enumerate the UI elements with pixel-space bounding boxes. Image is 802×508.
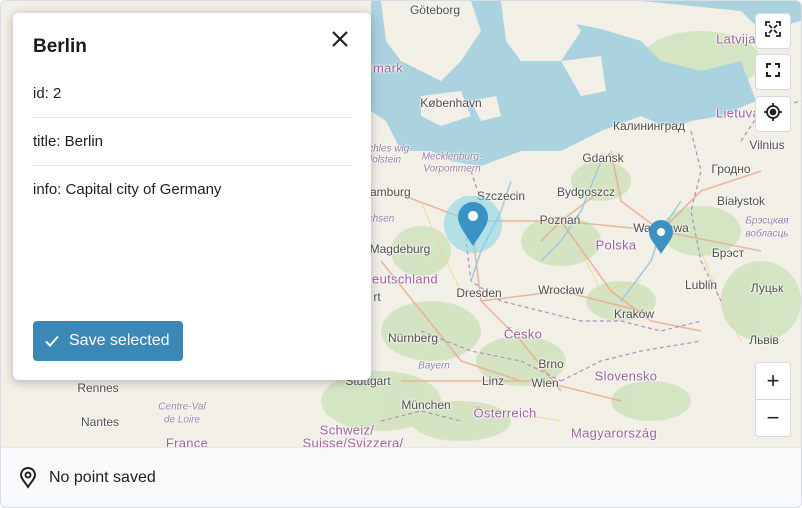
map-label: Österreich <box>473 405 537 421</box>
status-text: No point saved <box>49 469 156 486</box>
status-bar: No point saved <box>1 447 801 507</box>
map-label: Львів <box>749 333 779 347</box>
map-marker[interactable] <box>648 220 674 256</box>
close-icon <box>331 30 349 53</box>
map-label: France <box>165 435 209 448</box>
map-canvas[interactable]: Göteborg Latvija mark København Калининг… <box>1 1 801 447</box>
map-label: München <box>401 398 451 412</box>
fit-bounds-button[interactable] <box>755 13 791 49</box>
fit-bounds-icon <box>764 20 782 43</box>
map-label: Magdeburg <box>369 242 431 256</box>
map-label: Nürnberg <box>387 331 439 345</box>
save-selected-button[interactable]: Save selected <box>33 321 183 361</box>
map-label: rt <box>373 290 381 304</box>
close-button[interactable] <box>327 28 353 54</box>
map-label: Suisse/Svizzera/ <box>302 435 404 448</box>
locate-icon <box>763 102 783 127</box>
map-label: Česko <box>503 326 543 342</box>
popup-row-id: id: 2 <box>33 70 351 118</box>
popup-row-info: info: Capital city of Germany <box>33 181 222 198</box>
fullscreen-icon <box>764 61 782 84</box>
map-label: Wrocław <box>538 283 584 297</box>
map-label: København <box>420 96 482 110</box>
map-label: Rennes <box>77 381 119 395</box>
map-label: Białystok <box>716 194 766 208</box>
map-label: Bydgoszcz <box>556 185 616 199</box>
map-label: chsen <box>367 213 395 225</box>
map-label: Centre-Val <box>158 401 206 413</box>
popup-title: Berlin <box>33 36 87 57</box>
map-label: Kraków <box>613 307 655 321</box>
map-label: Lietuva <box>715 105 761 121</box>
map-label: Gdańsk <box>582 151 624 165</box>
map-marker-selected[interactable] <box>442 195 504 254</box>
map-label: Калининград <box>612 119 686 133</box>
map-label: вобласць <box>745 228 789 240</box>
map-label: Poznań <box>539 213 581 227</box>
map-label: Lublin <box>684 278 718 292</box>
map-label: Göteborg <box>409 3 461 17</box>
locate-button[interactable] <box>755 96 791 132</box>
map-label: Гродно <box>711 162 751 176</box>
map-label: de Loire <box>163 414 201 426</box>
map-label: Dresden <box>456 286 502 300</box>
map-label: Linz <box>481 374 505 388</box>
map-label: Wien <box>531 376 559 390</box>
check-icon <box>45 335 59 347</box>
map-label: Vilnius <box>749 138 785 152</box>
popup-row-title: title: Berlin <box>33 118 351 166</box>
popup-details: id: 2 title: Berlin info: Capital city o… <box>33 70 351 213</box>
zoom-out-button[interactable]: − <box>756 399 790 436</box>
map-label: eutschland <box>372 271 438 287</box>
map-label: mark <box>372 60 404 76</box>
map-label: Slovensko <box>594 368 658 384</box>
map-label: Брэсцкая <box>745 215 789 227</box>
map-label: Nantes <box>80 415 120 429</box>
map-label: Vorpommern <box>423 163 481 175</box>
save-selected-label: Save selected <box>69 332 170 349</box>
map-pin-icon <box>19 467 37 489</box>
map-label: Magyarország <box>571 425 657 441</box>
map-label: Bayern <box>418 360 450 372</box>
map-label: Polska <box>595 237 637 253</box>
zoom-in-button[interactable]: + <box>756 363 790 399</box>
map-label: Latvija <box>716 31 756 47</box>
map-label: Луцьк <box>750 281 784 295</box>
map-label: Brno <box>538 357 564 371</box>
fullscreen-button[interactable] <box>755 54 791 90</box>
zoom-control: + − <box>755 362 791 437</box>
info-popup: Berlin id: 2 title: Berlin info: Capital… <box>13 13 371 380</box>
map-label: Брэст <box>711 246 745 260</box>
map-label: Mecklenburg- <box>421 151 483 163</box>
map-widget: Göteborg Latvija mark København Калининг… <box>0 0 802 508</box>
